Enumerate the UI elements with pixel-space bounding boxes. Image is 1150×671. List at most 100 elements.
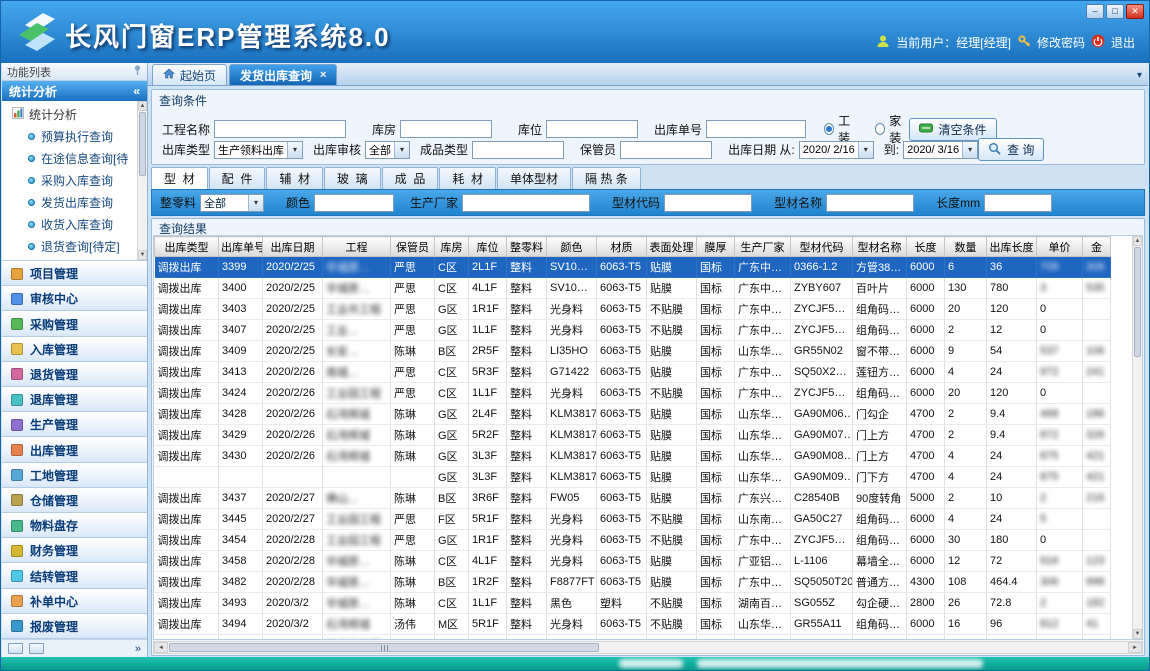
outbound-audit-combo[interactable]: 全部 ▾ [365, 141, 410, 159]
keeper-input[interactable] [620, 141, 712, 159]
manufacturer-input[interactable] [462, 194, 590, 212]
sidebar-item[interactable]: 报废管理 [2, 614, 147, 639]
table-row[interactable]: 调拨出库34822020/2/28华城原…陈琳B区1R2F整料F8877FT60… [155, 572, 1111, 593]
grid-hscrollbar[interactable]: ◄ ► [153, 641, 1143, 654]
tree-item[interactable]: 预算执行查询 [2, 125, 137, 147]
sidebar-item[interactable]: 入库管理 [2, 337, 147, 362]
column-header[interactable]: 出库单号 [219, 237, 263, 257]
column-header[interactable]: 出库日期 [263, 237, 323, 257]
sidebar-item[interactable]: 出库管理 [2, 437, 147, 462]
scroll-left-icon[interactable]: ◄ [154, 642, 168, 653]
column-header[interactable]: 出库类型 [155, 237, 219, 257]
sidebar-item[interactable]: 退货管理 [2, 362, 147, 387]
length-input[interactable] [984, 194, 1052, 212]
table-row[interactable]: 调拨出库34002020/2/25华城原…严思C区4L1F整料SV10…6063… [155, 278, 1111, 299]
tree-item[interactable]: 在途信息查询[待 [2, 147, 137, 169]
column-header[interactable]: 工程 [323, 237, 391, 257]
project-name-input[interactable] [214, 120, 346, 138]
tree-root[interactable]: 统计分析 [2, 104, 137, 125]
table-row[interactable]: G区3L3F整料KLM38176063-T5贴膜国标山东华…GA90M09…门下… [155, 467, 1111, 488]
tab-home[interactable]: 起始页 [152, 64, 227, 85]
outbound-type-combo[interactable]: 生产领料出库 ▾ [214, 141, 303, 159]
scroll-up-icon[interactable]: ▲ [1133, 236, 1142, 246]
scroll-down-icon[interactable]: ▼ [1133, 629, 1142, 639]
material-tab[interactable]: 辅 材 [266, 167, 323, 189]
material-tab[interactable]: 隔 热 条 [572, 167, 641, 189]
column-header[interactable]: 材质 [597, 237, 647, 257]
date-from-picker[interactable]: 2020/ 2/16 ▾ [799, 141, 874, 159]
table-row[interactable]: 调拨出库34302020/2/26石湾辉城陈琳G区3L3F整料KLM381760… [155, 446, 1111, 467]
sidebar-item[interactable]: 物料盘存 [2, 513, 147, 538]
tree-item[interactable]: 库存管理[待定] [2, 257, 137, 261]
tree-scroll-thumb[interactable] [139, 112, 146, 176]
tree-item[interactable]: 发货出库查询 [2, 191, 137, 213]
close-button[interactable]: ✕ [1126, 4, 1144, 19]
tree-scrollbar[interactable]: ▲ ▼ [137, 101, 147, 260]
scroll-up-icon[interactable]: ▲ [138, 101, 147, 111]
column-header[interactable]: 保管员 [391, 237, 435, 257]
order-no-input[interactable] [706, 120, 806, 138]
tab-list-dropdown-icon[interactable]: ▾ [1137, 70, 1142, 81]
warehouse-input[interactable] [400, 120, 492, 138]
maximize-button[interactable]: □ [1106, 4, 1124, 19]
grid-vscrollbar[interactable]: ▲ ▼ [1132, 236, 1142, 639]
date-to-picker[interactable]: 2020/ 3/16 ▾ [903, 141, 978, 159]
overflow-chevrons-icon[interactable]: » [135, 643, 141, 655]
column-header[interactable]: 长度 [907, 237, 945, 257]
color-input[interactable] [314, 194, 394, 212]
column-header[interactable]: 表面处理 [647, 237, 697, 257]
stats-section-header[interactable]: 统计分析 « [2, 81, 147, 101]
table-row[interactable]: 调拨出库35002020/3/3工业共工程曹佳D区3L1F整料LT3F60606… [155, 635, 1111, 641]
sidebar-item[interactable]: 项目管理 [2, 261, 147, 286]
sidebar-item[interactable]: 工地管理 [2, 463, 147, 488]
material-tab[interactable]: 玻 璃 [324, 167, 381, 189]
location-input[interactable] [546, 120, 638, 138]
table-row[interactable]: 调拨出库34242020/2/26工业园工程严思C区1L1F整料光身料6063-… [155, 383, 1111, 404]
table-row[interactable]: 调拨出库34282020/2/26石湾辉城陈琳G区2L4F整料KLM381760… [155, 404, 1111, 425]
table-row[interactable]: 调拨出库34132020/2/26南城…严思C区5R3F整料G714226063… [155, 362, 1111, 383]
table-row[interactable]: 调拨出库34032020/2/25工业共工程严思G区1R1F整料光身料6063-… [155, 299, 1111, 320]
grid-hscroll-thumb[interactable] [169, 643, 599, 652]
table-row[interactable]: 调拨出库34292020/2/26石湾辉城陈琳G区5R2F整料KLM381760… [155, 425, 1111, 446]
material-tab[interactable]: 单体型材 [497, 167, 571, 189]
table-row[interactable]: 调拨出库33992020/2/25华城原…严思C区2L1F整料SV10…6063… [155, 257, 1111, 278]
column-header[interactable]: 型材代码 [791, 237, 853, 257]
material-tab[interactable]: 型 材 [151, 167, 208, 189]
profile-name-input[interactable] [826, 194, 914, 212]
table-row[interactable]: 调拨出库34372020/2/27佛山…陈琳B区3R6F整料FW056063-T… [155, 488, 1111, 509]
column-header[interactable]: 数量 [945, 237, 987, 257]
minimize-button[interactable]: – [1086, 4, 1104, 19]
sidebar-item[interactable]: 审核中心 [2, 286, 147, 311]
sidebar-item[interactable]: 补单中心 [2, 589, 147, 614]
product-type-input[interactable] [472, 141, 564, 159]
column-header[interactable]: 库位 [469, 237, 507, 257]
table-row[interactable]: 调拨出库34582020/2/28华城原…陈琳C区4L1F整料光身料6063-T… [155, 551, 1111, 572]
whole-piece-combo[interactable]: 全部 ▾ [200, 194, 264, 212]
material-tab[interactable]: 耗 材 [439, 167, 496, 189]
tree-item[interactable]: 收货入库查询 [2, 213, 137, 235]
tree-item[interactable]: 采购入库查询 [2, 169, 137, 191]
pin-icon[interactable] [133, 65, 142, 78]
material-tab[interactable]: 配 件 [209, 167, 266, 189]
column-header[interactable]: 整零料 [507, 237, 547, 257]
sidebar-item[interactable]: 结转管理 [2, 563, 147, 588]
column-header[interactable]: 单价 [1037, 237, 1083, 257]
sidebar-item[interactable]: 采购管理 [2, 311, 147, 336]
table-row[interactable]: 调拨出库34072020/2/25工业…严思G区1L1F整料光身料6063-T5… [155, 320, 1111, 341]
table-row[interactable]: 调拨出库34092020/2/25长安…陈琳B区2R5F整料LI35HO6063… [155, 341, 1111, 362]
column-header[interactable]: 颜色 [547, 237, 597, 257]
tree-item[interactable]: 退货查询[待定] [2, 235, 137, 257]
column-header[interactable]: 库房 [435, 237, 469, 257]
tab-close-icon[interactable]: × [320, 69, 326, 81]
profile-code-input[interactable] [664, 194, 752, 212]
table-row[interactable]: 调拨出库34942020/3/2石湾辉城汤伟M区5R1F整料光身料6063-T5… [155, 614, 1111, 635]
search-button[interactable]: 查 询 [978, 138, 1044, 161]
grid-vscroll-thumb[interactable] [1134, 247, 1141, 357]
sidebar-item[interactable]: 退库管理 [2, 387, 147, 412]
material-tab[interactable]: 成 品 [382, 167, 439, 189]
monitor-icon[interactable] [8, 643, 23, 654]
column-header[interactable]: 型材名称 [853, 237, 907, 257]
column-header[interactable]: 生产厂家 [735, 237, 791, 257]
sidebar-item[interactable]: 财务管理 [2, 538, 147, 563]
collapse-icon[interactable]: « [133, 84, 140, 98]
